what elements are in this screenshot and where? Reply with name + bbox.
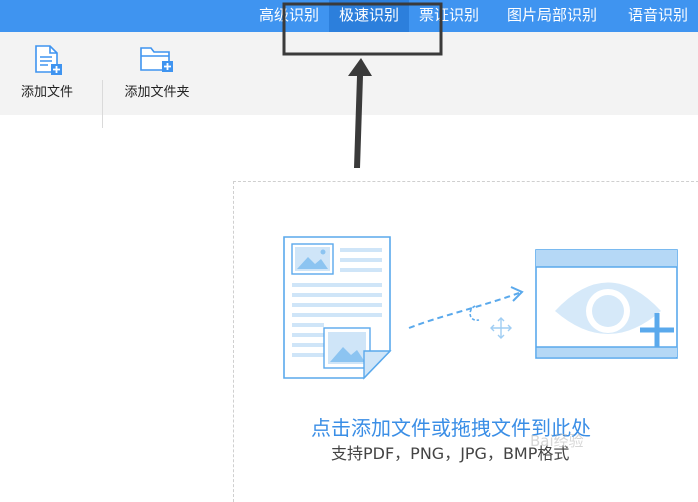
tab-ticket-recognition[interactable]: 票证识别: [409, 0, 489, 32]
drop-zone-instruction[interactable]: 点击添加文件或拖拽文件到此处: [311, 412, 671, 441]
recognition-window-icon: [535, 249, 678, 359]
tab-image-partial-recognition[interactable]: 图片局部识别: [496, 0, 608, 32]
add-folder-button[interactable]: 添加文件夹: [118, 32, 196, 115]
document-illustration-icon: [283, 236, 392, 380]
watermark: Bai经验: [530, 432, 584, 450]
drag-arrow-icon: [408, 286, 524, 339]
top-nav-bar: 高级识别 极速识别 票证识别 图片局部识别 语音识别: [0, 0, 698, 32]
tab-fast-recognition[interactable]: 极速识别: [329, 0, 409, 32]
tab-advanced-recognition[interactable]: 高级识别: [249, 0, 329, 32]
add-folder-icon: [140, 47, 173, 72]
toolbar-divider: [102, 80, 103, 128]
supported-formats-text: 支持PDF，PNG，JPG，BMP格式: [331, 444, 570, 463]
add-folder-label: 添加文件夹: [124, 85, 190, 100]
add-file-label: 添加文件: [20, 85, 73, 100]
toolbar: 添加文件 添加文件夹: [0, 32, 698, 128]
add-file-icon: [35, 45, 62, 75]
add-file-button[interactable]: 添加文件: [14, 32, 80, 115]
tab-voice-recognition[interactable]: 语音识别: [618, 0, 698, 32]
